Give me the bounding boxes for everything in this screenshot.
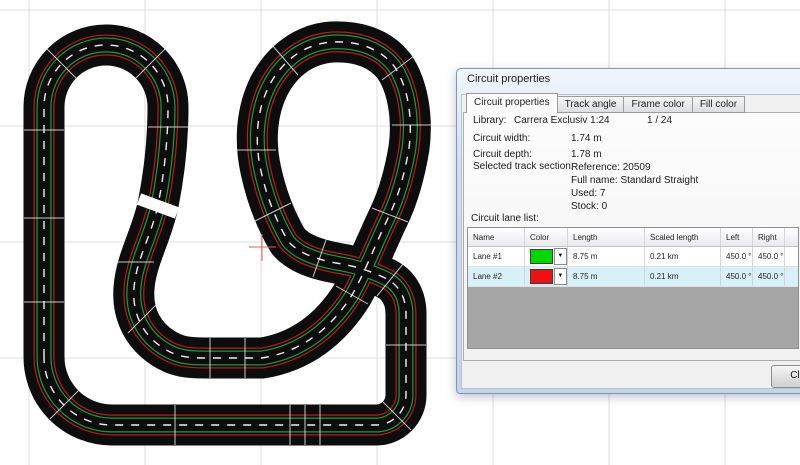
- library-label: Library:: [473, 115, 506, 126]
- col-header-color[interactable]: Color: [525, 228, 568, 246]
- tab-strip: Circuit properties Track angle Frame col…: [466, 96, 745, 113]
- lane1-color-dropdown[interactable]: ▼: [554, 248, 567, 265]
- circuit-depth-label: Circuit depth:: [473, 149, 532, 160]
- circuit-depth-value: 1.78 m: [571, 149, 602, 160]
- lane2-color-cell: ▼: [525, 267, 568, 286]
- lane-line-red: [44, 42, 410, 425]
- lane1-color-cell: ▼: [525, 247, 568, 266]
- lane1-color-swatch[interactable]: [530, 249, 553, 264]
- close-button[interactable]: Close: [771, 365, 800, 388]
- lane1-right-angle: 450.0 °: [753, 247, 785, 266]
- col-header-right[interactable]: Right: [753, 228, 785, 246]
- chevron-down-icon: ▼: [557, 253, 563, 259]
- lane1-scaled-length: 0.21 km: [645, 247, 721, 266]
- lane2-right-angle: 450.0 °: [753, 267, 785, 286]
- selected-section-details: Reference: 20509 Full name: Standard Str…: [571, 161, 698, 213]
- lane2-color-swatch[interactable]: [530, 269, 553, 284]
- col-header-length[interactable]: Length: [568, 228, 645, 246]
- library-value: Carrera Exclusiv 1:24: [514, 115, 610, 126]
- lane1-name: Lane #1: [468, 247, 525, 266]
- lane1-length: 8.75 m: [568, 247, 645, 266]
- col-header-name[interactable]: Name: [468, 228, 525, 246]
- tab-circuit-properties[interactable]: Circuit properties: [466, 93, 558, 113]
- lane-list-label: Circuit lane list:: [471, 213, 539, 224]
- library-scale: 1 / 24: [647, 115, 672, 126]
- lane-list-table: Name Color Length Scaled length Left Rig…: [467, 227, 799, 349]
- chevron-down-icon: ▼: [557, 273, 563, 279]
- tab-fill-color[interactable]: Fill color: [693, 96, 745, 113]
- selected-reference: Reference: 20509: [571, 161, 698, 174]
- col-header-scaled-length[interactable]: Scaled length: [645, 228, 721, 246]
- lane1-left-angle: 450.0 °: [721, 247, 753, 266]
- lane2-length: 8.75 m: [568, 267, 645, 286]
- slot-track[interactable]: [24, 42, 432, 445]
- tab-frame-color[interactable]: Frame color: [624, 96, 692, 113]
- lane-row-1[interactable]: Lane #1 ▼ 8.75 m 0.21 km 450.0 ° 450.0 °: [468, 247, 798, 267]
- dialog-titlebar[interactable]: Circuit properties: [467, 73, 550, 85]
- selected-full-name: Full name: Standard Straight: [571, 174, 698, 187]
- lane2-name: Lane #2: [468, 267, 525, 286]
- selected-used: Used: 7: [571, 187, 698, 200]
- tab-track-angle[interactable]: Track angle: [558, 96, 625, 113]
- circuit-properties-dialog: Circuit properties Circuit properties Tr…: [456, 68, 800, 394]
- lane-row-2-selected[interactable]: Lane #2 ▼ 8.75 m 0.21 km 450.0 ° 450.0 °: [468, 267, 798, 287]
- circuit-width-value: 1.74 m: [571, 133, 602, 144]
- lane2-scaled-length: 0.21 km: [645, 267, 721, 286]
- app-canvas: { "canvas": { "track": { "surface": "#0d…: [0, 0, 800, 465]
- col-header-filler: [785, 228, 798, 246]
- selected-section-label: Selected track section:: [473, 161, 574, 172]
- selected-stock: Stock: 0: [571, 200, 698, 213]
- lane2-left-angle: 450.0 °: [721, 267, 753, 286]
- circuit-width-label: Circuit width:: [473, 133, 530, 144]
- col-header-left[interactable]: Left: [721, 228, 753, 246]
- lane2-color-dropdown[interactable]: ▼: [554, 268, 567, 285]
- lane-table-header: Name Color Length Scaled length Left Rig…: [468, 228, 798, 247]
